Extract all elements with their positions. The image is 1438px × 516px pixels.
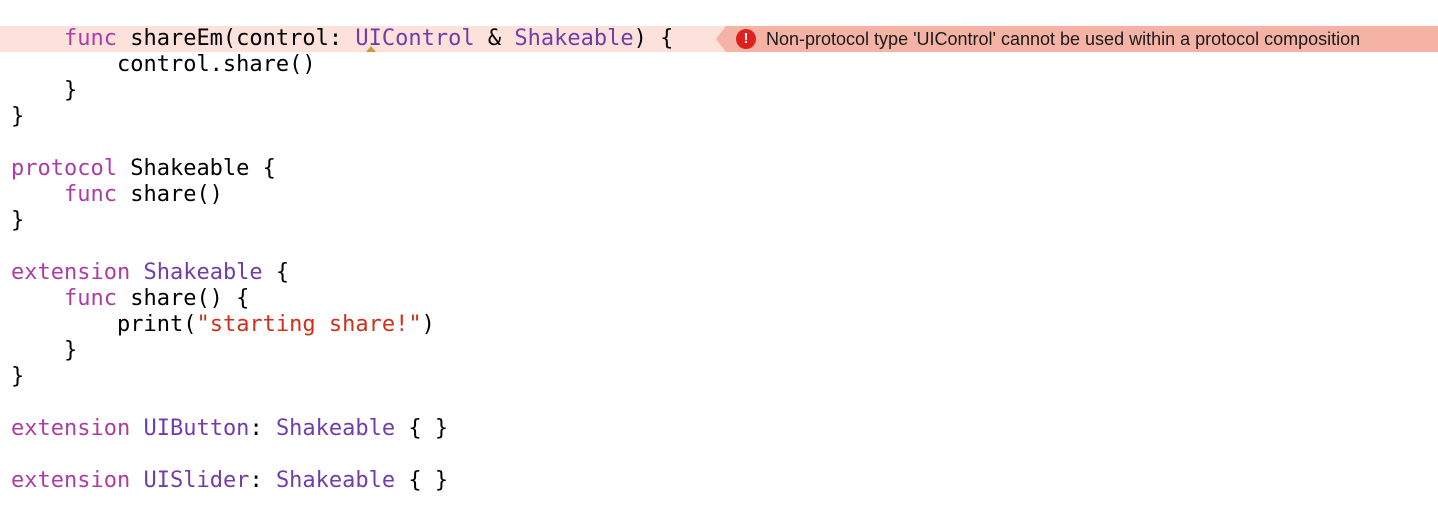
code-line[interactable]: func share() { [0,286,1438,312]
code-token: func [63,286,117,311]
code-line[interactable]: print("starting share!") [0,312,1438,338]
code-token: Shakeable [143,260,263,285]
code-line[interactable]: control.share() [0,52,1438,78]
code-token: & [474,26,515,51]
code-line[interactable]: } [0,78,1438,104]
error-banner-pointer [716,26,726,52]
code-token: share() [116,182,223,207]
code-line[interactable] [0,390,1438,416]
code-token: { } [395,468,449,493]
code-line[interactable]: extension UISlider: Shakeable { } [0,468,1438,494]
code-line[interactable]: func share() [0,182,1438,208]
code-token: "starting share!" [196,312,422,337]
code-token: control.share() [116,52,316,77]
code-line[interactable]: } [0,208,1438,234]
code-token: : [249,468,276,493]
code-line[interactable] [0,130,1438,156]
code-text: } [11,364,24,390]
code-token: extension [11,468,131,493]
code-line[interactable]: protocol Shakeable { [0,156,1438,182]
code-token: protocol [11,156,117,181]
code-token: } [11,104,25,129]
code-line[interactable] [0,234,1438,260]
code-token: shareEm(control: [116,26,356,51]
code-token: { } [395,416,449,441]
error-banner-body: ! Non-protocol type 'UIControl' cannot b… [726,26,1438,52]
code-line[interactable] [0,442,1438,468]
code-text: func shareEm(control: UIControl & Shakea… [11,26,673,52]
error-location-marker [366,46,376,52]
code-token: extension [11,416,131,441]
code-token: share() { [116,286,250,311]
code-token: : [249,416,276,441]
error-banner[interactable]: ! Non-protocol type 'UIControl' cannot b… [716,26,1438,52]
error-icon[interactable]: ! [736,29,756,49]
code-token: Shakeable { [116,156,276,181]
code-token: { [262,260,290,285]
code-text: control.share() [11,52,316,78]
code-line[interactable]: } [0,364,1438,390]
code-text: extension Shakeable { [11,260,289,286]
code-token: } [11,208,25,233]
code-text: protocol Shakeable { [11,156,276,182]
code-line[interactable]: } [0,338,1438,364]
code-token: UIButton [143,416,250,441]
code-token: Shakeable [275,416,396,441]
code-text: } [11,104,24,130]
code-token: Shakeable [514,26,634,51]
code-token: Shakeable [275,468,396,493]
code-line[interactable]: extension Shakeable { [0,260,1438,286]
code-token: func [63,182,117,207]
code-token: func [63,26,117,51]
code-token: ) [421,312,435,337]
code-token: print( [116,312,197,337]
code-token: } [63,338,78,363]
code-text: } [11,78,77,104]
code-token: } [63,78,78,103]
code-line[interactable]: } [0,104,1438,130]
code-text: func share() [11,182,223,208]
code-token: UISlider [143,468,250,493]
code-text: extension UIButton: Shakeable { } [11,416,448,442]
code-text: extension UISlider: Shakeable { } [11,468,448,494]
error-message: Non-protocol type 'UIControl' cannot be … [766,29,1361,49]
code-text: func share() { [11,286,249,312]
code-token: ) { [633,26,674,51]
code-editor[interactable]: extension UISlider: Shakeable { } extensi… [0,0,1438,516]
code-text: print("starting share!") [11,312,435,338]
code-token: extension [11,260,131,285]
code-text: } [11,208,24,234]
code-line[interactable]: extension UIButton: Shakeable { } [0,416,1438,442]
code-text: } [11,338,77,364]
code-token: } [11,364,25,389]
